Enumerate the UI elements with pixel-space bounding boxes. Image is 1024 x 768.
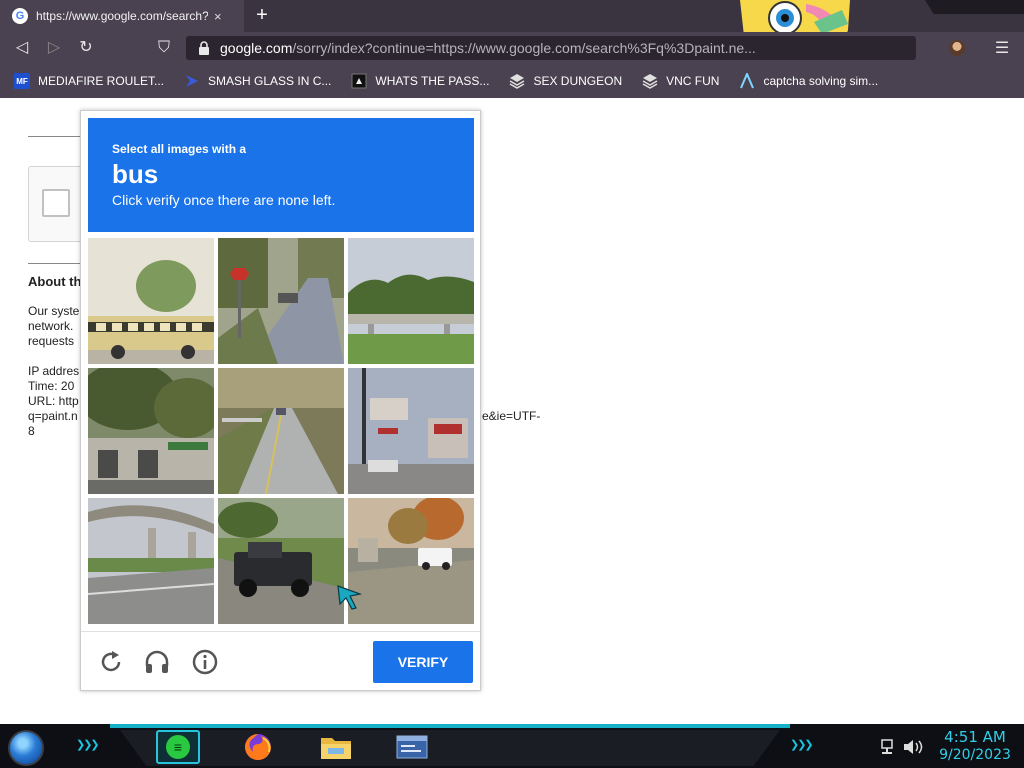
reload-button[interactable]: ↻ <box>76 38 96 58</box>
highway-overpass-tile[interactable] <box>88 498 214 624</box>
bookmark-item[interactable]: captcha solving sim... <box>739 73 878 89</box>
bookmarks-bar: MF MEDIAFIRE ROULET... SMASH GLASS IN C.… <box>0 64 1024 98</box>
url-text-tail: e&ie=UTF- <box>482 409 541 423</box>
firefox-icon <box>245 734 271 760</box>
taskbar-glow <box>110 724 790 728</box>
street-truck-tile[interactable] <box>348 498 474 624</box>
bookmark-label: VNC FUN <box>666 74 720 88</box>
reload-icon[interactable] <box>97 648 125 676</box>
taskbar: ❯❯❯ ❯❯❯ ≡ 4:51 AM 9/20/2023 <box>0 724 1024 768</box>
intersection-sign-tile[interactable] <box>348 368 474 494</box>
file-explorer-button[interactable] <box>314 730 358 764</box>
recaptcha-checkbox[interactable] <box>42 189 70 217</box>
building-trees-tile[interactable] <box>88 368 214 494</box>
window-icon <box>396 735 428 759</box>
verify-button[interactable]: VERIFY <box>373 641 473 683</box>
captcha-challenge-popup: Select all images with a bus Click verif… <box>80 110 481 691</box>
road-car-tile[interactable] <box>218 368 344 494</box>
firefox-app-button[interactable] <box>236 730 280 764</box>
start-button[interactable] <box>8 730 44 766</box>
prompt-instruction: Select all images with a <box>112 142 247 156</box>
divider <box>28 263 88 264</box>
bookmark-label: WHATS THE PASS... <box>375 74 490 88</box>
bookmark-item[interactable]: VNC FUN <box>642 73 719 89</box>
taskbar-panel <box>120 730 780 766</box>
recaptcha-widget[interactable] <box>28 166 88 242</box>
taskbar-clock[interactable]: 4:51 AM 9/20/2023 <box>930 728 1020 764</box>
street-stop-sign-tile[interactable] <box>218 238 344 364</box>
info-text-line: URL: http <box>28 394 79 408</box>
image-grid <box>88 238 474 624</box>
overpass-trees-tile[interactable] <box>348 238 474 364</box>
chevron-decoration-icon: ❯❯❯ <box>790 739 814 751</box>
system-tray[interactable] <box>880 738 926 756</box>
lock-icon <box>199 41 209 55</box>
headphones-icon[interactable] <box>143 648 171 676</box>
prompt-hint: Click verify once there are none left. <box>112 192 336 208</box>
body-text-line: Our syste <box>28 304 80 318</box>
new-tab-button[interactable]: + <box>250 4 274 28</box>
prompt-target-word: bus <box>112 159 159 189</box>
clock-time: 4:51 AM <box>944 728 1006 746</box>
nav-bar: ◁ ▷ ↻ ⛉ google.com/sorry/index?continue=… <box>0 32 1024 64</box>
bookmark-item[interactable]: SMASH GLASS IN C... <box>184 73 331 89</box>
address-bar[interactable]: google.com/sorry/index?continue=https://… <box>186 36 916 60</box>
info-text-line: 8 <box>28 424 35 438</box>
pickup-truck-tile[interactable] <box>218 498 344 624</box>
volume-icon <box>904 740 923 754</box>
bookmark-item[interactable]: MF MEDIAFIRE ROULET... <box>14 73 164 89</box>
captcha-icon <box>740 73 755 89</box>
url-domain: google.com <box>220 40 293 56</box>
bookmark-label: SMASH GLASS IN C... <box>208 74 332 88</box>
profile-avatar[interactable] <box>949 40 965 56</box>
tab-title: https://www.google.com/search?q <box>36 9 208 23</box>
forward-button[interactable]: ▷ <box>44 38 64 58</box>
tab-close-icon[interactable]: × <box>214 9 222 24</box>
back-button[interactable]: ◁ <box>12 38 32 58</box>
bookmark-item[interactable]: SEX DUNGEON <box>509 73 622 89</box>
divider <box>28 136 88 137</box>
info-text-line: IP addres <box>28 364 80 378</box>
dungeon-icon <box>510 74 525 89</box>
menu-button[interactable]: ☰ <box>992 38 1012 58</box>
bookmark-label: captcha solving sim... <box>763 74 879 88</box>
info-text-line: Time: 20 <box>28 379 75 393</box>
bookmark-button[interactable]: ⛉ <box>154 38 174 58</box>
challenge-footer: VERIFY <box>81 631 480 691</box>
bookmark-label: SEX DUNGEON <box>533 74 623 88</box>
notes-icon: ≡ <box>166 735 190 759</box>
network-icon <box>881 739 893 754</box>
about-heading: About th <box>28 274 82 289</box>
school-bus-tile[interactable] <box>88 238 214 364</box>
chevron-decoration-icon: ❯❯❯ <box>76 739 100 751</box>
password-icon <box>351 73 367 89</box>
body-text-line: requests <box>28 334 75 348</box>
url-path: /sorry/index?continue=https://www.google… <box>292 40 756 56</box>
info-icon[interactable] <box>191 648 219 676</box>
notes-app-button[interactable]: ≡ <box>156 730 200 764</box>
info-text-line: q=paint.n <box>28 409 78 423</box>
browser-tab[interactable]: G https://www.google.com/search?q × <box>0 0 244 32</box>
mouse-cursor-icon <box>337 585 362 610</box>
window-decoration <box>925 0 1024 14</box>
bookmark-label: MEDIAFIRE ROULET... <box>38 74 165 88</box>
challenge-prompt: Select all images with a bus Click verif… <box>88 118 474 232</box>
folder-icon <box>321 738 351 759</box>
vnc-icon <box>642 74 658 89</box>
clock-date: 9/20/2023 <box>939 747 1011 763</box>
google-favicon-icon: G <box>12 8 28 24</box>
smash-glass-icon <box>186 75 199 87</box>
window-app-button[interactable] <box>390 730 434 764</box>
tab-strip: G https://www.google.com/search?q × + <box>0 0 1024 60</box>
bookmark-item[interactable]: WHATS THE PASS... <box>351 73 489 89</box>
body-text-line: network. <box>28 319 74 333</box>
mediafire-icon: MF <box>14 73 30 89</box>
